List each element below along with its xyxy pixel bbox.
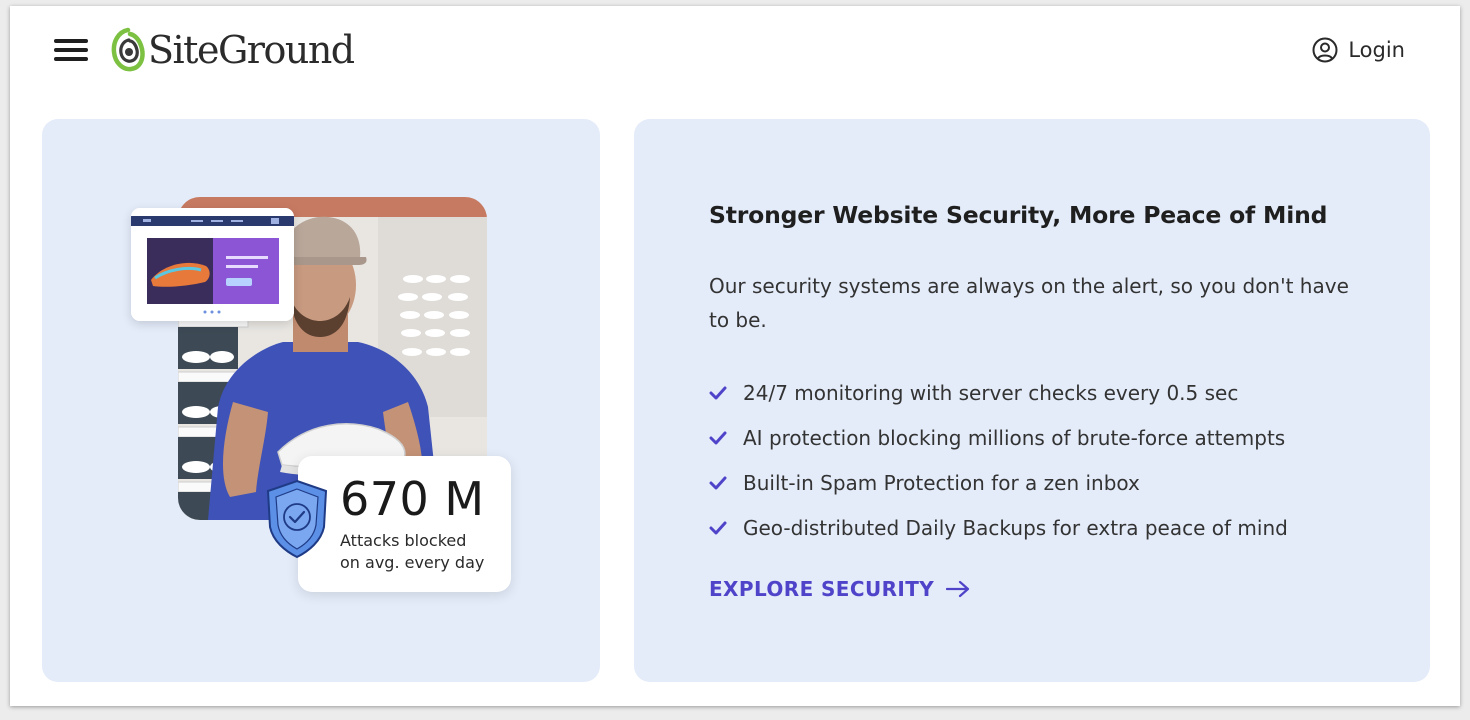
stat-label: Attacks blocked on avg. every day	[340, 530, 510, 574]
mini-shop-window	[131, 208, 294, 321]
stat-value: 670 M	[340, 472, 485, 526]
arrow-right-icon	[946, 580, 970, 598]
feature-item: 24/7 monitoring with server checks every…	[709, 370, 1288, 415]
security-info-card: Stronger Website Security, More Peace of…	[634, 119, 1430, 682]
checkmark-icon	[709, 386, 727, 399]
page-frame: SiteGround Login 670 M Attacks blocked o…	[10, 6, 1460, 706]
login-label: Login	[1348, 38, 1405, 62]
checkmark-icon	[709, 476, 727, 489]
checkmark-icon	[709, 431, 727, 444]
explore-security-link[interactable]: EXPLORE SECURITY	[709, 577, 970, 601]
stat-label-line1: Attacks blocked	[340, 531, 467, 550]
siteground-logo-icon	[111, 27, 145, 72]
feature-item: Built-in Spam Protection for a zen inbox	[709, 460, 1288, 505]
feature-item: AI protection blocking millions of brute…	[709, 415, 1288, 460]
feature-text: Geo-distributed Daily Backups for extra …	[743, 515, 1288, 540]
feature-text: AI protection blocking millions of brute…	[743, 425, 1286, 450]
security-intro: Our security systems are always on the a…	[709, 274, 1349, 332]
feature-list: 24/7 monitoring with server checks every…	[709, 370, 1288, 550]
explore-security-label: EXPLORE SECURITY	[709, 577, 935, 601]
promo-illustration: 670 M Attacks blocked on avg. every day	[42, 119, 600, 682]
login-button[interactable]: Login	[1312, 37, 1405, 63]
attacks-blocked-stat: 670 M Attacks blocked on avg. every day	[298, 456, 511, 592]
security-title: Stronger Website Security, More Peace of…	[709, 201, 1328, 229]
shield-check-icon	[266, 479, 328, 559]
logo-text: SiteGround	[148, 28, 355, 72]
siteground-logo[interactable]: SiteGround	[110, 24, 355, 76]
feature-text: Built-in Spam Protection for a zen inbox	[743, 470, 1140, 495]
checkmark-icon	[709, 521, 727, 534]
user-circle-icon	[1312, 37, 1338, 63]
promo-illustration-card: 670 M Attacks blocked on avg. every day	[42, 119, 600, 682]
feature-text: 24/7 monitoring with server checks every…	[743, 380, 1239, 405]
stat-label-line2: on avg. every day	[340, 553, 485, 572]
feature-item: Geo-distributed Daily Backups for extra …	[709, 505, 1288, 550]
menu-icon[interactable]	[54, 39, 88, 61]
